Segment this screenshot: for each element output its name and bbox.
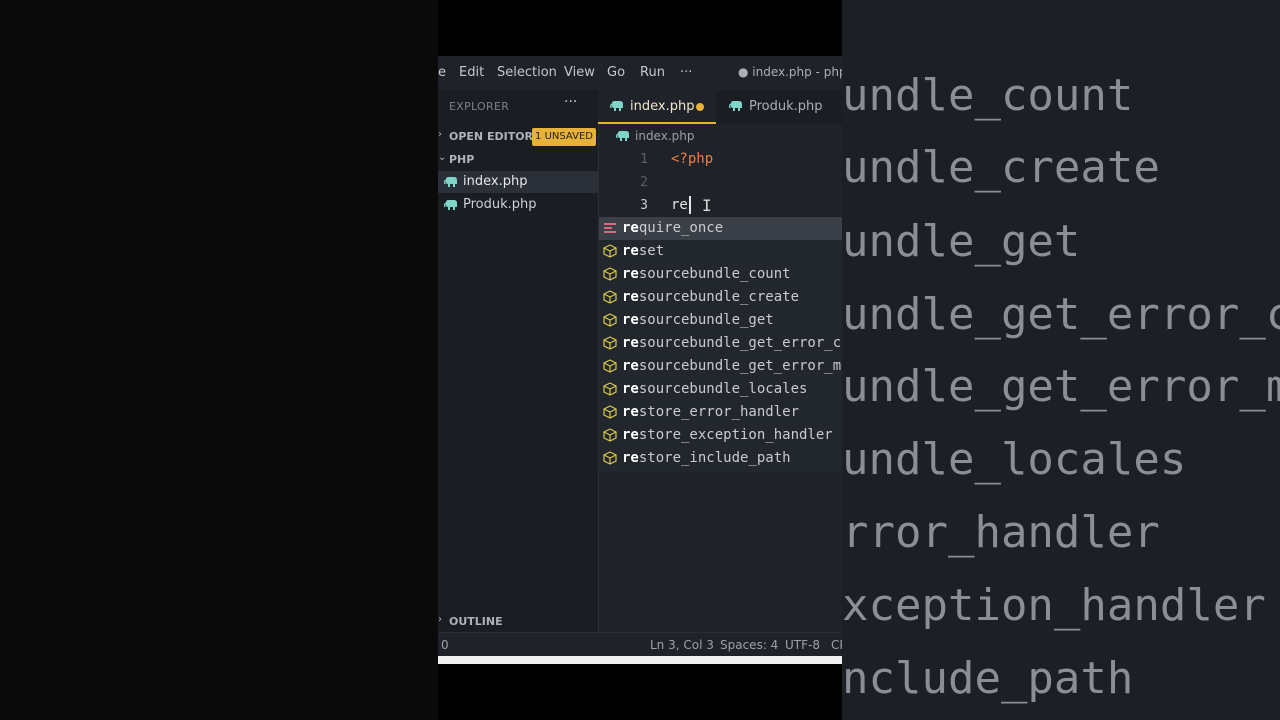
status-bar: 0 Ln 3, Col 3 Spaces: 4 UTF-8 CR	[438, 632, 842, 657]
method-cube-icon	[603, 313, 617, 327]
suggestion-label: resourcebundle_get_error_m	[622, 358, 842, 374]
method-cube-icon	[603, 451, 617, 465]
suggestion-item[interactable]: resourcebundle_get_error_c	[599, 332, 842, 355]
bg-line: undle_get	[842, 216, 1081, 267]
status-indentation[interactable]: Spaces: 4	[720, 638, 778, 652]
bg-line: undle_count	[842, 70, 1134, 121]
suggestion-label: resourcebundle_get_error_c	[622, 335, 842, 351]
file-item-index[interactable]: index.php	[438, 171, 598, 193]
suggestion-label: require_once	[622, 220, 724, 236]
unsaved-dot-icon[interactable]	[696, 103, 704, 111]
tab-label: index.php	[630, 99, 695, 114]
suggestion-label: restore_include_path	[622, 450, 791, 466]
zoomed-background: undle_count undle_create undle_get undle…	[842, 0, 1280, 720]
sidebar: EXPLORER ··· › OPEN EDITORS 1 UNSAVED ⌄ …	[438, 90, 599, 632]
suggestion-label: resourcebundle_get	[622, 312, 774, 328]
bg-line: undle_create	[842, 142, 1160, 193]
chevron-down-icon[interactable]: ⌄	[438, 152, 446, 163]
method-cube-icon	[603, 244, 617, 258]
method-cube-icon	[603, 267, 617, 281]
keyword-icon	[604, 223, 616, 233]
tab-produk-php[interactable]: Produk.php	[718, 90, 842, 124]
suggestion-item[interactable]: restore_include_path	[599, 447, 842, 470]
bg-line: xception_handler	[842, 580, 1266, 631]
status-problems[interactable]: 0	[441, 638, 449, 652]
chevron-right-icon[interactable]: ›	[438, 129, 442, 140]
php-elephant-icon	[729, 101, 742, 111]
bg-line: undle_get_error_m	[842, 361, 1280, 412]
open-editors-section[interactable]: OPEN EDITORS	[449, 130, 541, 143]
suggestion-label: resourcebundle_create	[622, 289, 800, 305]
tab-bar: index.php Produk.php	[598, 90, 842, 124]
method-cube-icon	[603, 336, 617, 350]
breadcrumb[interactable]: index.php	[598, 124, 842, 148]
file-name: Produk.php	[463, 197, 537, 212]
suggestion-label: reset	[622, 243, 665, 259]
method-cube-icon	[603, 290, 617, 304]
method-cube-icon	[603, 359, 617, 373]
unsaved-badge: 1 UNSAVED	[532, 128, 596, 146]
php-elephant-icon	[444, 177, 457, 187]
suggestion-item[interactable]: resourcebundle_get	[599, 309, 842, 332]
suggestion-item[interactable]: resourcebundle_locales	[599, 378, 842, 401]
autocomplete-widget: require_once reset resourcebundle_count …	[599, 217, 842, 472]
suggestion-item[interactable]: resourcebundle_get_error_m	[599, 355, 842, 378]
window-title: ● index.php - php -	[738, 65, 842, 79]
menubar: e Edit Selection View Go Run ··· ● index…	[438, 56, 842, 90]
status-eol[interactable]: CR	[831, 638, 842, 652]
text-cursor	[689, 196, 691, 214]
suggestion-item[interactable]: resourcebundle_count	[599, 263, 842, 286]
menu-run[interactable]: Run	[640, 65, 665, 80]
bottom-strip	[438, 656, 842, 664]
suggestion-label: restore_exception_handler	[622, 427, 833, 443]
suggestion-item[interactable]: resourcebundle_create	[599, 286, 842, 309]
bg-line: undle_get_error_c	[842, 289, 1280, 340]
method-cube-icon	[603, 405, 617, 419]
suggestion-item[interactable]: restore_exception_handler	[599, 424, 842, 447]
menu-more[interactable]: ···	[680, 65, 692, 80]
method-cube-icon	[603, 382, 617, 396]
ibeam-cursor-icon: I	[702, 196, 712, 215]
folder-php[interactable]: PHP	[449, 153, 474, 166]
menu-file[interactable]: e	[438, 65, 446, 80]
method-cube-icon	[603, 428, 617, 442]
suggestion-label: restore_error_handler	[622, 404, 800, 420]
code-line-1: <?php	[671, 151, 714, 167]
tab-label: Produk.php	[749, 99, 823, 114]
suggestion-label: resourcebundle_count	[622, 266, 791, 282]
bg-line: nclude_path	[842, 653, 1134, 704]
menu-selection[interactable]: Selection	[497, 65, 557, 80]
file-name: index.php	[463, 174, 528, 189]
status-encoding[interactable]: UTF-8	[785, 638, 820, 652]
php-elephant-icon	[616, 131, 629, 141]
file-item-produk[interactable]: Produk.php	[438, 194, 598, 216]
outline-label: OUTLINE	[449, 615, 503, 628]
video-left-bar	[0, 0, 438, 720]
vscode-window: e Edit Selection View Go Run ··· ● index…	[438, 56, 842, 664]
menu-edit[interactable]: Edit	[459, 65, 484, 80]
menu-view[interactable]: View	[564, 65, 595, 80]
tab-index-php[interactable]: index.php	[598, 90, 716, 124]
line-number: 1	[640, 152, 648, 167]
status-cursor-position[interactable]: Ln 3, Col 3	[650, 638, 714, 652]
code-line-3: re	[671, 197, 688, 213]
suggestion-label: resourcebundle_locales	[622, 381, 808, 397]
menu-go[interactable]: Go	[607, 65, 625, 80]
bg-line: undle_locales	[842, 434, 1187, 485]
bg-line: rror_handler	[842, 507, 1160, 558]
breadcrumb-file: index.php	[635, 129, 695, 143]
suggestion-item[interactable]: restore_error_handler	[599, 401, 842, 424]
line-number: 3	[640, 198, 648, 213]
line-number: 2	[640, 175, 648, 190]
suggestion-item[interactable]: reset	[599, 240, 842, 263]
suggestion-item[interactable]: require_once	[599, 217, 842, 240]
explorer-more-button[interactable]: ···	[564, 94, 577, 110]
php-elephant-icon	[610, 101, 623, 111]
chevron-right-icon: ›	[438, 614, 442, 625]
outline-section[interactable]: › OUTLINE	[438, 610, 598, 632]
php-elephant-icon	[444, 200, 457, 210]
explorer-heading: EXPLORER	[449, 100, 510, 113]
